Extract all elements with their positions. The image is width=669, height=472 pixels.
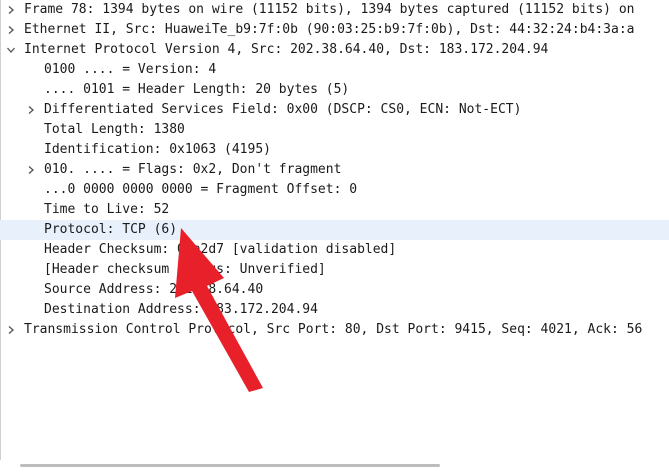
- tree-row-label: Total Length: 1380: [44, 122, 185, 137]
- tree-row-label: Header Checksum: 0xa2d7 [validation disa…: [44, 242, 397, 257]
- tree-row-label: Time to Live: 52: [44, 202, 170, 217]
- tree-row-label: Frame 78: 1394 bytes on wire (11152 bits…: [24, 2, 635, 17]
- chevron-right-icon[interactable]: [24, 100, 38, 120]
- tree-row-destination-address[interactable]: Destination Address: 183.172.204.94: [0, 300, 669, 320]
- tree-row-label: Identification: 0x1063 (4195): [44, 142, 271, 157]
- tree-row-label: Ethernet II, Src: HuaweiTe_b9:7f:0b (90:…: [24, 22, 635, 37]
- chevron-right-icon[interactable]: [24, 160, 38, 180]
- tree-row-label: ...0 0000 0000 0000 = Fragment Offset: 0: [44, 182, 358, 197]
- packet-detail-tree: Frame 78: 1394 bytes on wire (11152 bits…: [0, 0, 669, 340]
- tree-row-flags[interactable]: 010. .... = Flags: 0x2, Don't fragment: [0, 160, 669, 180]
- tree-row-label: Source Address: 202.38.64.40: [44, 282, 264, 297]
- horizontal-scrollbar-thumb[interactable]: [20, 464, 440, 467]
- tree-row-label: Differentiated Services Field: 0x00 (DSC…: [44, 102, 522, 117]
- tree-row-identification[interactable]: Identification: 0x1063 (4195): [0, 140, 669, 160]
- tree-row-total-length[interactable]: Total Length: 1380: [0, 120, 669, 140]
- chevron-right-icon[interactable]: [4, 20, 18, 40]
- tree-row-label: Internet Protocol Version 4, Src: 202.38…: [24, 42, 549, 57]
- tree-row-ipv4[interactable]: Internet Protocol Version 4, Src: 202.38…: [0, 40, 669, 60]
- tree-row-checksum-status[interactable]: [Header checksum status: Unverified]: [0, 260, 669, 280]
- packet-details-pane: Frame 78: 1394 bytes on wire (11152 bits…: [0, 0, 669, 472]
- chevron-down-icon[interactable]: [4, 40, 18, 60]
- tree-row-label: Protocol: TCP (6): [44, 222, 178, 237]
- tree-row-tcp[interactable]: Transmission Control Protocol, Src Port:…: [0, 320, 669, 340]
- tree-row-label: [Header checksum status: Unverified]: [44, 262, 326, 277]
- tree-row-header-checksum[interactable]: Header Checksum: 0xa2d7 [validation disa…: [0, 240, 669, 260]
- tree-row-version[interactable]: 0100 .... = Version: 4: [0, 60, 669, 80]
- tree-row-label: Destination Address: 183.172.204.94: [44, 302, 318, 317]
- tree-row-header-length[interactable]: .... 0101 = Header Length: 20 bytes (5): [0, 80, 669, 100]
- tree-row-dsfield[interactable]: Differentiated Services Field: 0x00 (DSC…: [0, 100, 669, 120]
- tree-row-label: 010. .... = Flags: 0x2, Don't fragment: [44, 162, 342, 177]
- chevron-right-icon[interactable]: [4, 320, 18, 340]
- tree-row-ethernet[interactable]: Ethernet II, Src: HuaweiTe_b9:7f:0b (90:…: [0, 20, 669, 40]
- tree-row-fragment-offset[interactable]: ...0 0000 0000 0000 = Fragment Offset: 0: [0, 180, 669, 200]
- tree-row-protocol[interactable]: Protocol: TCP (6): [0, 220, 669, 240]
- horizontal-scrollbar[interactable]: [0, 460, 669, 472]
- tree-row-ttl[interactable]: Time to Live: 52: [0, 200, 669, 220]
- tree-row-source-address[interactable]: Source Address: 202.38.64.40: [0, 280, 669, 300]
- tree-row-label: .... 0101 = Header Length: 20 bytes (5): [44, 82, 350, 97]
- tree-row-frame[interactable]: Frame 78: 1394 bytes on wire (11152 bits…: [0, 0, 669, 20]
- tree-row-label: Transmission Control Protocol, Src Port:…: [24, 322, 643, 337]
- chevron-right-icon[interactable]: [4, 0, 18, 20]
- tree-row-label: 0100 .... = Version: 4: [44, 62, 217, 77]
